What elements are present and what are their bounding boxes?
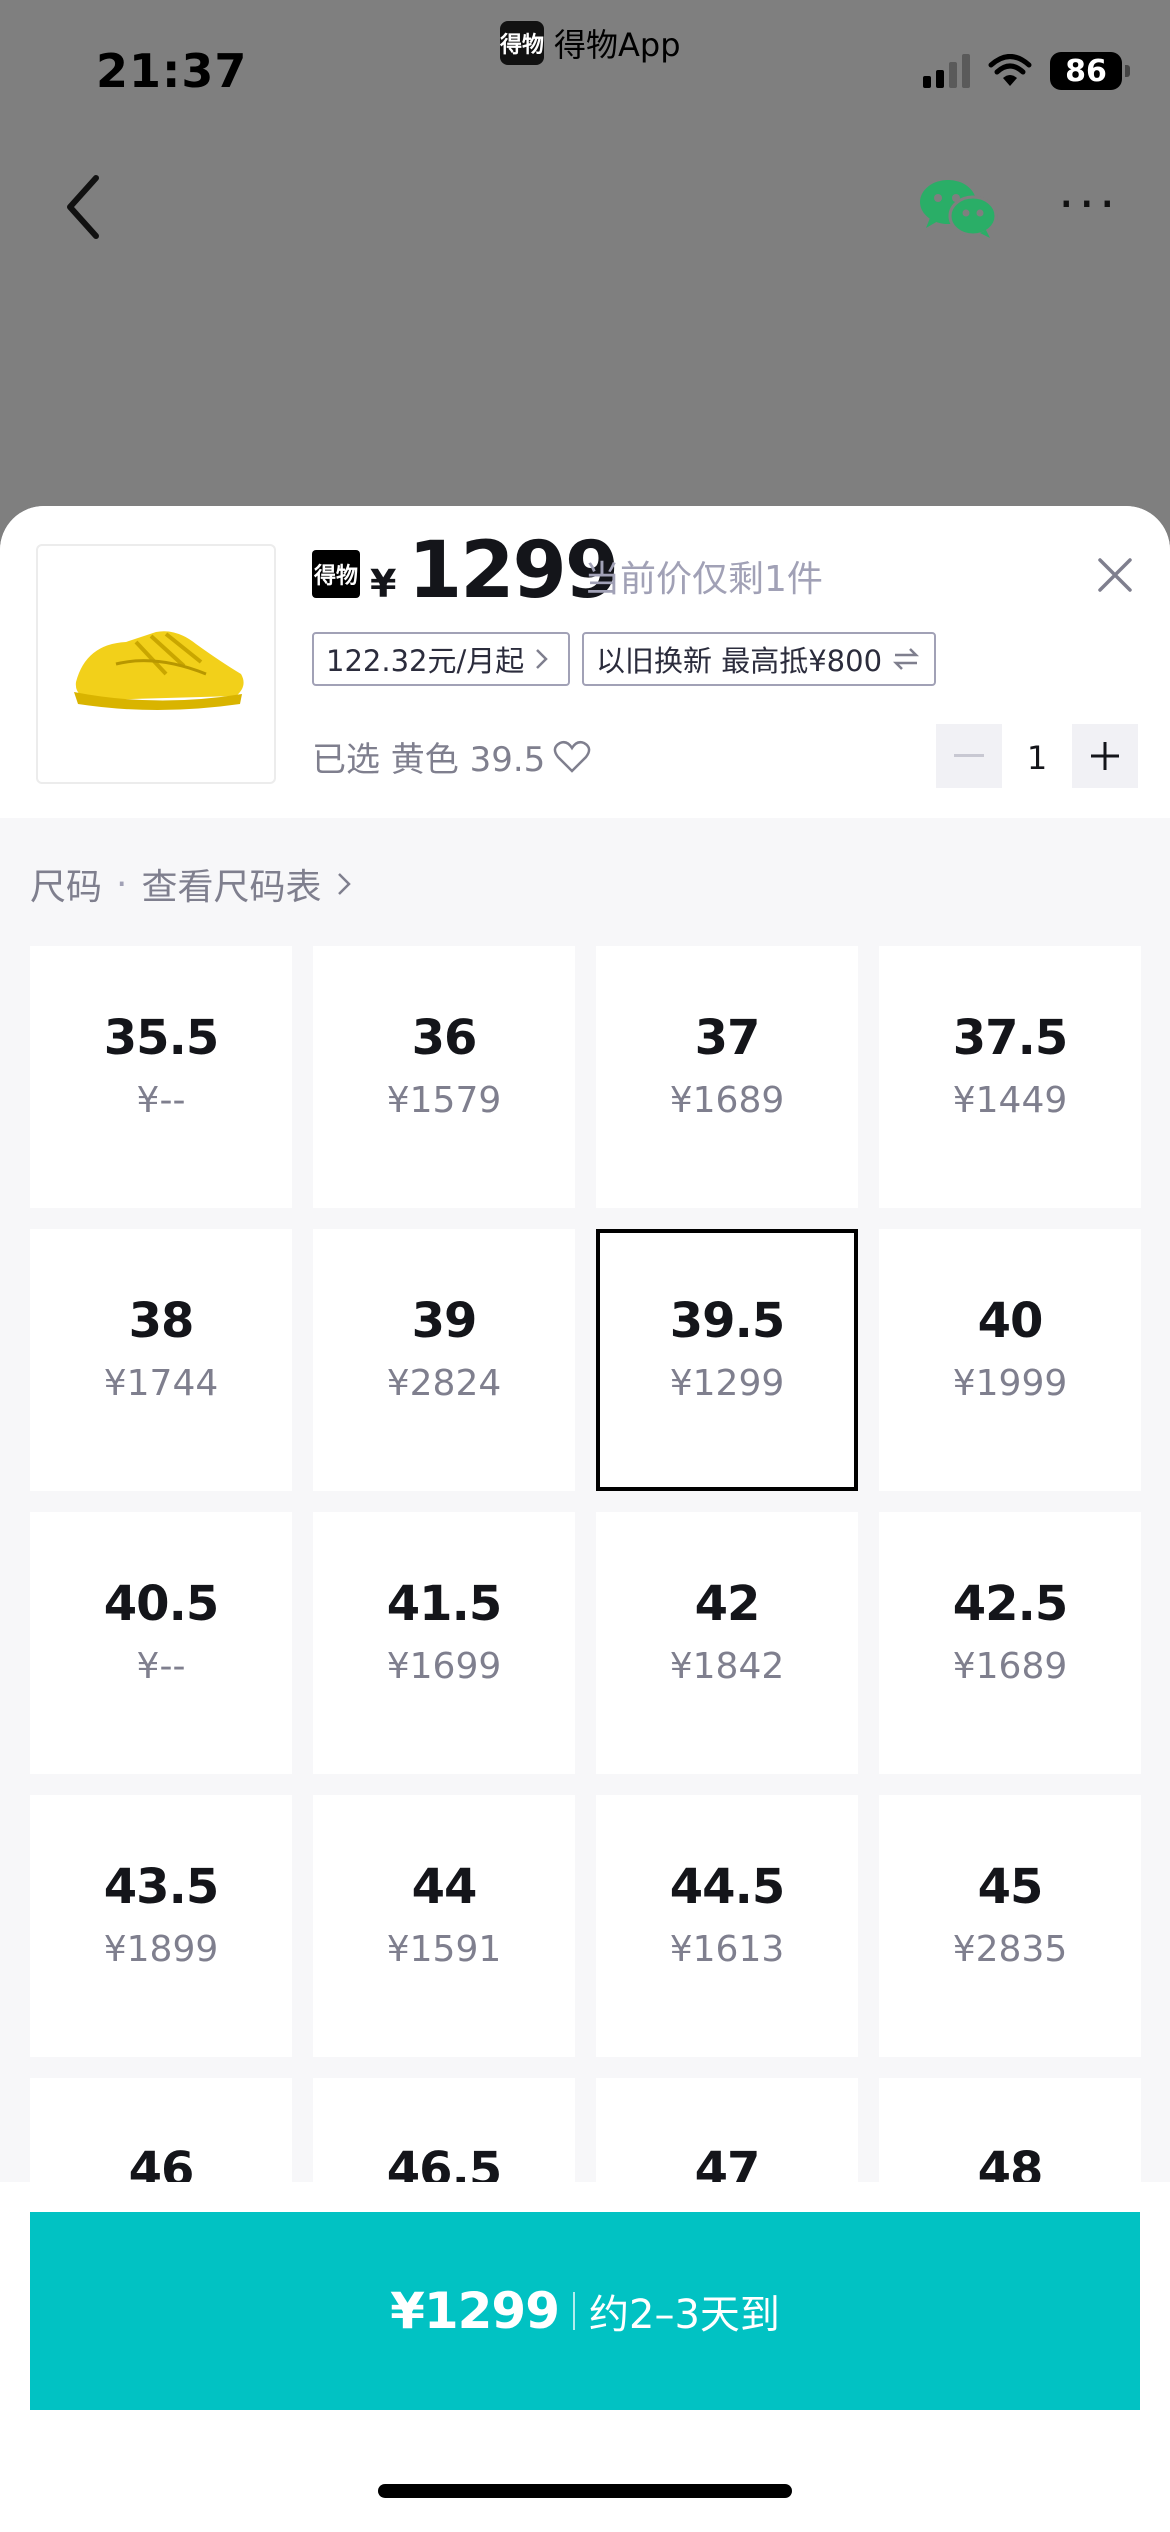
size-option[interactable]: 44 ¥1591 (313, 1795, 575, 2057)
size-option-price: ¥1689 (952, 1646, 1068, 1687)
quantity-increase-button[interactable] (1072, 724, 1138, 788)
home-indicator (378, 2484, 792, 2498)
size-option-price: ¥1842 (669, 1646, 785, 1687)
size-option-label: 42.5 (952, 1576, 1068, 1632)
size-option-label: 42 (694, 1576, 761, 1632)
size-option[interactable]: 42.5 ¥1689 (879, 1512, 1141, 1774)
size-section-title: 尺码 (30, 867, 103, 908)
swap-icon (893, 648, 920, 670)
sheet-header: 得物 ¥ 1299 当前价仅剩1件 122.32元/月起 以旧换新 最高抵¥80… (0, 506, 1170, 818)
size-option[interactable]: 40.5 ¥-- (30, 1512, 292, 1774)
selected-text: 已选 黄色 39.5 (312, 740, 546, 780)
size-option-label: 40.5 (103, 1576, 219, 1632)
size-option-label: 41.5 (386, 1576, 502, 1632)
status-right: 86 (923, 52, 1130, 90)
size-option[interactable]: 39.5 ¥1299 (596, 1229, 858, 1491)
size-option[interactable]: 35.5 ¥-- (30, 946, 292, 1208)
sku-selector-sheet: 得物 ¥ 1299 当前价仅剩1件 122.32元/月起 以旧换新 最高抵¥80… (0, 506, 1170, 2532)
size-option-price: ¥1999 (952, 1363, 1068, 1404)
size-option[interactable]: 40 ¥1999 (879, 1229, 1141, 1491)
size-option-price: ¥1299 (669, 1363, 785, 1404)
size-option-price: ¥2824 (386, 1363, 502, 1404)
wechat-icon[interactable] (918, 178, 998, 240)
chevron-right-icon (536, 649, 549, 669)
separator-dot: · (116, 863, 128, 905)
installment-tag-label: 122.32元/月起 (326, 644, 525, 678)
size-option-price: ¥1699 (386, 1646, 502, 1687)
chevron-left-icon[interactable] (56, 172, 116, 242)
price-currency: ¥ (370, 562, 397, 606)
quantity-decrease-button[interactable] (936, 724, 1002, 788)
size-option-price: ¥-- (136, 1080, 186, 1121)
size-option-label: 44.5 (669, 1859, 785, 1915)
status-app-name: 得物App (554, 26, 681, 64)
buy-area: ¥1299 约2–3天到 (0, 2182, 1170, 2532)
size-option-label: 39 (411, 1293, 478, 1349)
size-option[interactable]: 45 ¥2835 (879, 1795, 1141, 2057)
sneaker-image (74, 631, 244, 710)
size-option-label: 38 (128, 1293, 195, 1349)
tradein-tag[interactable]: 以旧换新 最高抵¥800 (582, 632, 936, 686)
size-option-price: ¥1449 (952, 1080, 1068, 1121)
minus-icon (954, 754, 984, 757)
app-logo-icon: 得物 (500, 21, 544, 65)
size-option[interactable]: 41.5 ¥1699 (313, 1512, 575, 1774)
selected-info: 已选 黄色 39.5 (312, 732, 591, 781)
heart-icon[interactable] (553, 740, 591, 774)
battery-icon: 86 (1050, 52, 1130, 90)
size-option-label: 44 (411, 1859, 478, 1915)
size-chart-link[interactable]: 查看尺码表 (141, 858, 321, 910)
brand-logo: 得物 (312, 550, 360, 598)
quantity-value: 1 (1026, 739, 1048, 777)
size-option-price: ¥1689 (669, 1080, 785, 1121)
size-option-label: 37 (694, 1010, 761, 1066)
buy-button-price: ¥1299 (390, 2282, 560, 2340)
size-option[interactable]: 42 ¥1842 (596, 1512, 858, 1774)
size-option-price: ¥1899 (103, 1929, 219, 1970)
size-option-price: ¥-- (136, 1646, 186, 1687)
size-option[interactable]: 44.5 ¥1613 (596, 1795, 858, 2057)
size-option-label: 43.5 (103, 1859, 219, 1915)
chevron-right-icon (338, 873, 352, 895)
size-option-label: 39.5 (669, 1293, 785, 1349)
size-option-price: ¥1579 (386, 1080, 502, 1121)
size-section-header: 尺码 · 查看尺码表 (30, 858, 353, 910)
plus-icon (1091, 742, 1119, 770)
size-option-price: ¥2835 (952, 1929, 1068, 1970)
size-option[interactable]: 39 ¥2824 (313, 1229, 575, 1491)
tradein-tag-label: 以旧换新 最高抵¥800 (596, 644, 883, 678)
installment-tag[interactable]: 122.32元/月起 (312, 632, 570, 686)
size-option-label: 40 (977, 1293, 1044, 1349)
size-option-price: ¥1613 (669, 1929, 785, 1970)
size-option-label: 36 (411, 1010, 478, 1066)
buy-button[interactable]: ¥1299 约2–3天到 (30, 2212, 1140, 2410)
price-note: 当前价仅剩1件 (584, 559, 823, 600)
size-option-price: ¥1591 (386, 1929, 502, 1970)
close-icon[interactable] (1090, 550, 1140, 600)
size-option-price: ¥1744 (103, 1363, 219, 1404)
size-option-label: 37.5 (952, 1010, 1068, 1066)
status-app-indicator: 得物 得物App (500, 20, 681, 66)
size-option[interactable]: 37.5 ¥1449 (879, 946, 1141, 1208)
wifi-icon (988, 54, 1032, 86)
signal-icon (923, 54, 970, 88)
buy-button-divider (573, 2292, 576, 2330)
status-time: 21:37 (96, 44, 248, 98)
buy-button-eta: 约2–3天到 (589, 2292, 780, 2338)
size-option[interactable]: 37 ¥1689 (596, 946, 858, 1208)
size-option-label: 35.5 (103, 1010, 219, 1066)
more-icon[interactable]: ··· (1058, 179, 1120, 231)
size-option-label: 45 (977, 1859, 1044, 1915)
size-option[interactable]: 38 ¥1744 (30, 1229, 292, 1491)
size-option[interactable]: 36 ¥1579 (313, 946, 575, 1208)
size-option[interactable]: 43.5 ¥1899 (30, 1795, 292, 2057)
product-thumbnail[interactable] (36, 544, 276, 784)
